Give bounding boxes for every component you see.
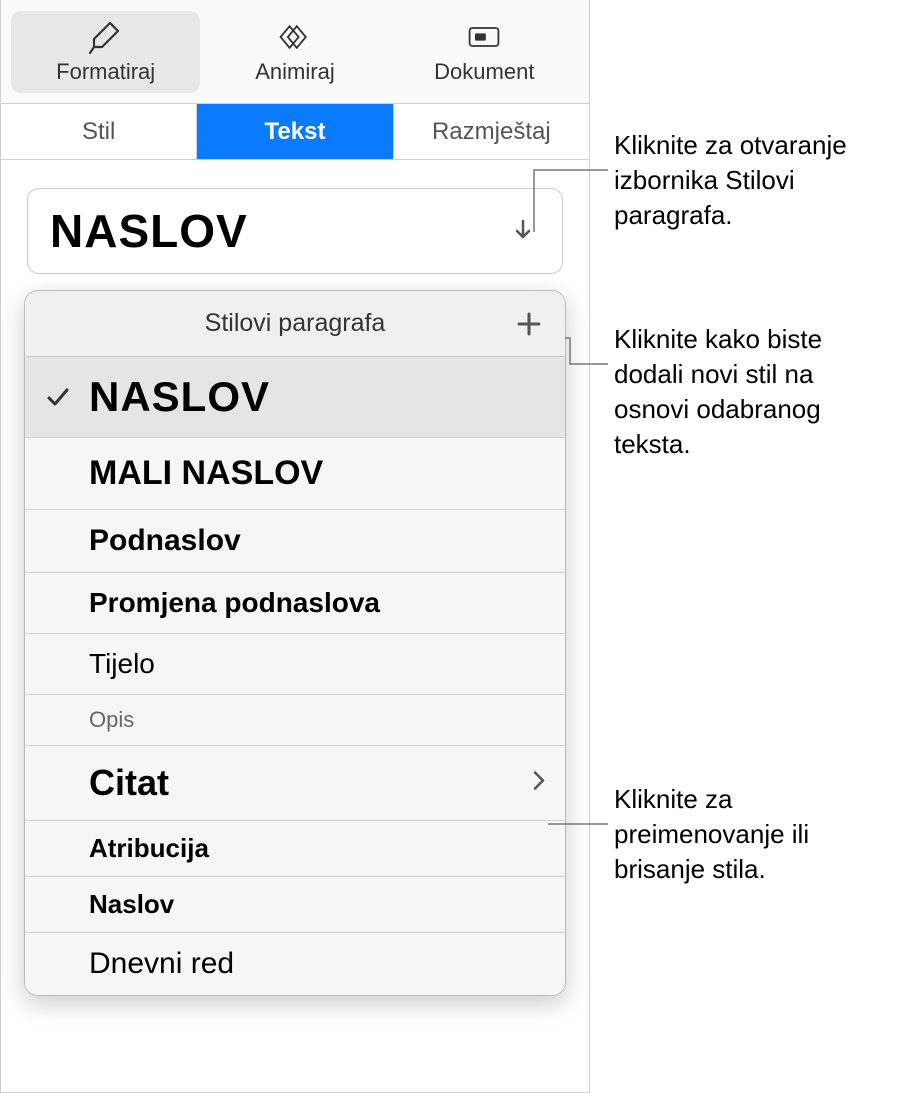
- plus-icon: [514, 309, 544, 339]
- popover-header: Stilovi paragrafa: [25, 291, 565, 357]
- add-style-button[interactable]: [511, 306, 547, 342]
- popover-title: Stilovi paragrafa: [205, 309, 386, 338]
